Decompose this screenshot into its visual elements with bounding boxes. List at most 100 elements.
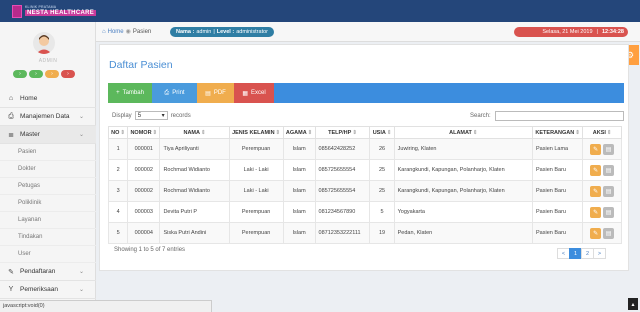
- edit-icon[interactable]: ✎: [590, 164, 602, 176]
- table-cell: 5: [107, 222, 129, 244]
- sidebar-subitem-pasien[interactable]: Pasien: [0, 144, 96, 161]
- column-header[interactable]: TELP/HP⇕: [314, 126, 371, 139]
- table-cell: 26: [369, 138, 395, 160]
- chevron-right-icon[interactable]: ›: [29, 70, 43, 78]
- edit-icon[interactable]: ✎: [590, 185, 602, 197]
- printer-icon: ⎙: [8, 112, 14, 120]
- sort-icon: ⇕: [352, 129, 357, 136]
- patient-list-panel: Daftar Pasien + Tambah ⎙ Print ▤ PDF ▦ Excel Di…: [99, 44, 629, 271]
- action-group: ✎ ▤: [586, 206, 618, 218]
- delete-icon[interactable]: ▤: [603, 185, 615, 197]
- user-name-label: Nama :: [176, 29, 195, 35]
- filter-icon: Y: [8, 286, 14, 293]
- sidebar-subitem-tindakan[interactable]: Tindakan: [0, 229, 96, 246]
- search-input[interactable]: [494, 111, 624, 121]
- action-toolbar: + Tambah ⎙ Print ▤ PDF ▦ Excel: [108, 83, 624, 103]
- print-button[interactable]: ⎙ Print: [152, 83, 197, 103]
- excel-icon: ▦: [242, 90, 248, 97]
- column-header[interactable]: AKSI⇕: [582, 126, 622, 139]
- sidebar-item-home[interactable]: ⌂ Home: [0, 90, 96, 108]
- table-cell: Laki - Laki: [228, 159, 284, 181]
- table-cell: Rochmad Widianto: [159, 180, 230, 202]
- tambah-button[interactable]: + Tambah: [108, 83, 152, 103]
- pagination: <1 2 >: [557, 248, 606, 259]
- sidebar-subitem-petugas[interactable]: Petugas: [0, 178, 96, 195]
- table-cell: 1: [107, 138, 129, 160]
- chevron-right-icon[interactable]: ›: [13, 70, 27, 78]
- table-cell: Perempuan: [228, 201, 284, 223]
- table-cell: 5: [369, 201, 395, 223]
- sidebar-subitem-user[interactable]: User: [0, 246, 96, 263]
- page-length-select[interactable]: 5 ▾: [134, 111, 168, 120]
- action-group: ✎ ▤: [586, 185, 618, 197]
- chevron-right-icon[interactable]: ›: [61, 70, 75, 78]
- delete-icon[interactable]: ▤: [603, 227, 615, 239]
- sort-icon: ⇕: [275, 129, 281, 136]
- edit-icon[interactable]: ✎: [590, 227, 602, 239]
- delete-icon[interactable]: ▤: [603, 143, 615, 155]
- table-cell: Islam: [282, 180, 316, 202]
- row-actions: ✎ ▤: [582, 222, 622, 244]
- table-cell: 000002: [127, 180, 161, 202]
- table-cell: Karangkundi, Kapungan, Polanharjo, Klate…: [393, 180, 534, 202]
- user-level-label: Level :: [216, 29, 235, 35]
- table-cell: 08712353222111: [314, 222, 371, 244]
- edit-icon[interactable]: ✎: [590, 143, 602, 155]
- column-header[interactable]: USIA⇕: [369, 126, 395, 139]
- table-cell: Devita Putri P: [159, 201, 230, 223]
- app-logo[interactable]: KLINIK PRATAMA NESTA HEALTHCARE: [12, 4, 97, 18]
- page-button[interactable]: >: [593, 248, 606, 259]
- delete-icon[interactable]: ▤: [603, 164, 615, 176]
- top-header: KLINIK PRATAMA NESTA HEALTHCARE: [0, 0, 640, 22]
- search-control: Search:: [470, 111, 624, 121]
- current-time: 12:34:28: [601, 29, 624, 35]
- button-label: Print: [172, 90, 185, 96]
- sort-icon: ⇕: [606, 129, 612, 136]
- chevron-down-icon: ⌄: [78, 114, 84, 120]
- user-badge: Nama : admin | Level : administrator: [170, 27, 274, 37]
- sidebar-subitem-dokter[interactable]: Dokter: [0, 161, 96, 178]
- sidebar-item-pemeriksaan[interactable]: Y Pemeriksaan ⌄: [0, 281, 96, 299]
- column-header[interactable]: NOMOR⇕: [127, 126, 161, 139]
- column-header-label: JENIS KELAMIN: [232, 129, 275, 136]
- column-header-label: NOMOR: [130, 129, 152, 136]
- edit-icon[interactable]: ✎: [590, 206, 602, 218]
- button-label: PDF: [213, 90, 226, 96]
- chevron-down-icon: ▾: [161, 113, 165, 119]
- table-cell: Perempuan: [228, 138, 284, 160]
- sidebar-item-master[interactable]: ≣ Master ⌄: [0, 126, 96, 144]
- home-icon: ⌂: [8, 95, 14, 102]
- column-header[interactable]: ALAMAT⇕: [393, 126, 534, 139]
- column-header-label: NO: [111, 129, 120, 136]
- breadcrumb-home[interactable]: Home: [108, 29, 124, 35]
- column-header-label: USIA: [372, 129, 386, 136]
- sidebar-item-pendaftaran[interactable]: ✎ Pendaftaran ⌄: [0, 263, 96, 281]
- table-cell: 085725655554: [314, 159, 371, 181]
- table-cell: 3: [107, 180, 129, 202]
- column-header[interactable]: AGAMA⇕: [282, 126, 316, 139]
- excel-button[interactable]: ▦ Excel: [234, 83, 274, 103]
- page-title: Daftar Pasien: [109, 59, 173, 71]
- sidebar-subitem-layanan[interactable]: Layanan: [0, 212, 96, 229]
- column-header[interactable]: NO⇕: [107, 126, 129, 139]
- table-cell: Juwiring, Klaten: [393, 138, 534, 160]
- sort-icon: ⇕: [386, 129, 392, 136]
- current-date: Selasa, 21 Mei 2019: [542, 29, 593, 35]
- home-icon: ⌂: [102, 28, 106, 35]
- table-cell: Pasien Baru: [531, 180, 584, 202]
- sidebar-item-label: Pendaftaran: [20, 268, 56, 275]
- pdf-button[interactable]: ▤ PDF: [197, 83, 234, 103]
- action-group: ✎ ▤: [586, 143, 618, 155]
- delete-icon[interactable]: ▤: [603, 206, 615, 218]
- page-length-control: Display 5 ▾ records: [112, 111, 191, 120]
- column-header[interactable]: JENIS KELAMIN⇕: [228, 126, 284, 139]
- column-header[interactable]: NAMA⇕: [159, 126, 230, 139]
- chevron-right-icon[interactable]: ›: [45, 70, 59, 78]
- column-header[interactable]: KETERANGAN⇕: [531, 126, 584, 139]
- table-cell: Pasien Lama: [531, 138, 584, 160]
- sidebar-item-manajemen-data[interactable]: ⎙ Manajemen Data ⌄: [0, 108, 96, 126]
- sidebar-subitem-poliklinik[interactable]: Poliklinik: [0, 195, 96, 212]
- scroll-top-icon[interactable]: ▴: [628, 298, 638, 310]
- column-header-label: NAMA: [183, 129, 200, 136]
- table-info: Showing 1 to 5 of 7 entries: [114, 247, 186, 253]
